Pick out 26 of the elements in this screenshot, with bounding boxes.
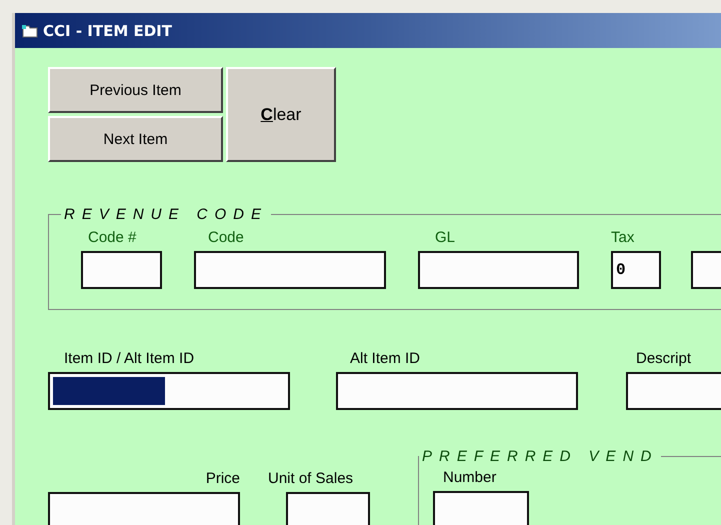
input-field[interactable] (48, 492, 240, 525)
field-label: GL (434, 229, 456, 248)
input-field[interactable] (433, 491, 529, 525)
field-label: Item ID / Alt Item ID (63, 350, 194, 369)
field-label: Descript (635, 350, 692, 369)
next-item-button[interactable]: Next Item (48, 116, 223, 162)
input-field[interactable]: 0 (611, 251, 661, 289)
group-title: REVENUE CODE (63, 206, 270, 223)
input-field[interactable] (286, 492, 370, 525)
field-label: Alt Item ID (349, 350, 420, 369)
input-field[interactable] (48, 372, 290, 410)
field-label: Tax (611, 229, 634, 248)
window-title: CCI - ITEM EDIT (43, 22, 172, 40)
previous-item-button[interactable]: Previous Item (48, 67, 223, 113)
field-label: Number (442, 469, 496, 488)
window-icon (21, 22, 39, 38)
input-field[interactable] (81, 251, 162, 289)
field-label: Code (207, 229, 244, 248)
input-field[interactable] (194, 251, 386, 289)
field-label: Code # (87, 229, 136, 248)
group-title: PREFERRED VEND (421, 448, 660, 465)
clear-button[interactable]: Clear (226, 67, 336, 162)
input-field[interactable] (336, 372, 578, 410)
field-label: Price (206, 470, 240, 489)
field-label: Unit of Sales (268, 470, 354, 489)
input-field[interactable] (418, 251, 579, 289)
